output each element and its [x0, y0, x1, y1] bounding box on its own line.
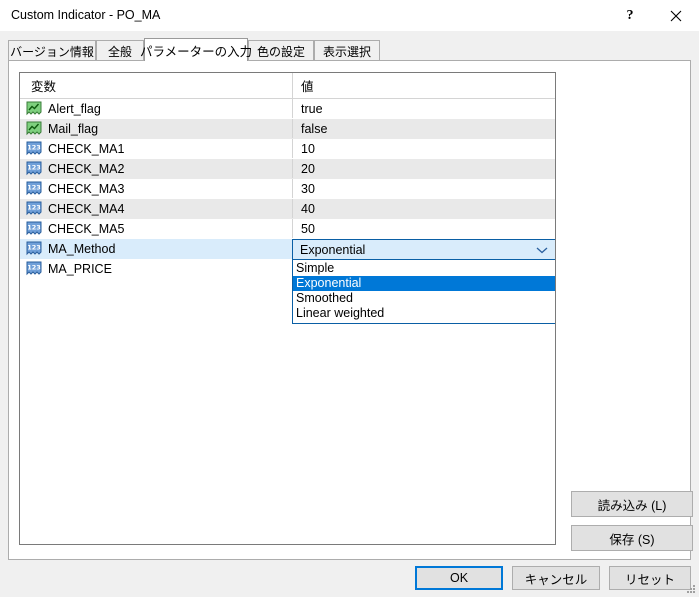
param-name-cell: 123 MA_PRICE — [20, 259, 292, 278]
number-param-icon: 123 — [26, 221, 42, 236]
number-param-icon: 123 — [26, 201, 42, 216]
chevron-down-icon[interactable] — [529, 246, 555, 254]
number-param-icon: 123 — [26, 181, 42, 196]
table-row[interactable]: 123 CHECK_MA2 20 — [20, 159, 555, 179]
tab-inputs[interactable]: パラメーターの入力 — [140, 38, 252, 61]
ma-method-dropdown-list[interactable]: Simple Exponential Smoothed Linear weigh… — [292, 260, 555, 324]
ok-button[interactable]: OK — [415, 566, 503, 590]
param-value-cell[interactable]: 10 — [292, 139, 555, 158]
inputs-tab-panel: 変数 値 Alert_flag true Mail_flag false 123… — [8, 60, 693, 560]
svg-text:123: 123 — [27, 224, 41, 232]
svg-text:123: 123 — [27, 244, 41, 252]
param-name: CHECK_MA5 — [48, 221, 125, 236]
bool-param-icon — [26, 121, 42, 136]
svg-text:123: 123 — [27, 264, 41, 272]
param-value-cell[interactable]: true — [292, 99, 555, 118]
param-name-cell: 123 CHECK_MA3 — [20, 179, 292, 198]
grid-header-row: 変数 値 — [20, 73, 555, 99]
table-row[interactable]: 123 CHECK_MA3 30 — [20, 179, 555, 199]
table-row[interactable]: Alert_flag true — [20, 99, 555, 119]
dropdown-selected-value: Exponential — [300, 242, 366, 257]
title-bar: Custom Indicator - PO_MA ? — [0, 0, 699, 32]
param-name-cell: 123 CHECK_MA1 — [20, 139, 292, 158]
parameter-grid: 変数 値 Alert_flag true Mail_flag false 123… — [19, 72, 556, 545]
help-button[interactable]: ? — [607, 0, 653, 31]
dropdown-option-smoothed[interactable]: Smoothed — [293, 291, 555, 306]
save-button[interactable]: 保存 (S) — [571, 525, 693, 551]
param-value-cell[interactable]: false — [292, 119, 555, 138]
table-row[interactable]: 123 CHECK_MA5 50 — [20, 219, 555, 239]
param-value-cell[interactable]: 20 — [292, 159, 555, 178]
close-button[interactable] — [653, 0, 699, 31]
tab-general[interactable]: 全般 — [96, 40, 144, 61]
number-param-icon: 123 — [26, 161, 42, 176]
load-button[interactable]: 読み込み (L) — [571, 491, 693, 517]
param-name-cell: Mail_flag — [20, 119, 292, 138]
svg-text:123: 123 — [27, 144, 41, 152]
table-row[interactable]: 123 CHECK_MA4 40 — [20, 199, 555, 219]
param-value-cell[interactable]: 40 — [292, 199, 555, 218]
param-name: CHECK_MA1 — [48, 141, 125, 156]
param-name-cell: 123 CHECK_MA2 — [20, 159, 292, 178]
window-title: Custom Indicator - PO_MA — [11, 8, 161, 22]
tab-version-info[interactable]: バージョン情報 — [8, 40, 96, 61]
number-param-icon: 123 — [26, 261, 42, 276]
reset-button[interactable]: リセット — [609, 566, 691, 590]
table-row-selected[interactable]: 123 MA_Method Exponential Simple Exponen… — [20, 239, 555, 324]
table-row[interactable]: 123 CHECK_MA1 10 — [20, 139, 555, 159]
param-name-cell: 123 MA_Method — [20, 239, 292, 258]
tab-colors[interactable]: 色の設定 — [248, 40, 314, 61]
param-name-cell: Alert_flag — [20, 99, 292, 118]
svg-text:123: 123 — [27, 164, 41, 172]
param-name: MA_PRICE — [48, 261, 112, 276]
dropdown-option-linear-weighted[interactable]: Linear weighted — [293, 306, 555, 321]
param-name: CHECK_MA4 — [48, 201, 125, 216]
param-name: Alert_flag — [48, 101, 101, 116]
column-header-value: 値 — [292, 73, 555, 98]
param-name-cell: 123 CHECK_MA5 — [20, 219, 292, 238]
svg-text:123: 123 — [27, 204, 41, 212]
column-header-variable: 変数 — [31, 80, 57, 94]
param-name: CHECK_MA3 — [48, 181, 125, 196]
number-param-icon: 123 — [26, 141, 42, 156]
param-name: CHECK_MA2 — [48, 161, 125, 176]
cancel-button[interactable]: キャンセル — [512, 566, 600, 590]
param-name: MA_Method — [48, 241, 116, 256]
param-name-cell: 123 CHECK_MA4 — [20, 199, 292, 218]
param-value-cell[interactable]: 30 — [292, 179, 555, 198]
bool-param-icon — [26, 101, 42, 116]
close-icon — [670, 10, 682, 21]
param-name: Mail_flag — [48, 121, 99, 136]
dropdown-option-exponential[interactable]: Exponential — [293, 276, 555, 291]
dropdown-option-simple[interactable]: Simple — [293, 261, 555, 276]
ma-method-dropdown[interactable]: Exponential — [292, 239, 555, 260]
question-mark-icon: ? — [626, 7, 634, 23]
number-param-icon: 123 — [26, 241, 42, 256]
tab-strip: バージョン情報 全般 パラメーターの入力 色の設定 表示選択 — [8, 38, 691, 61]
resize-grip[interactable] — [686, 584, 696, 594]
svg-text:123: 123 — [27, 184, 41, 192]
window-controls: ? — [607, 0, 699, 31]
tab-visualization[interactable]: 表示選択 — [314, 40, 380, 61]
table-row[interactable]: Mail_flag false — [20, 119, 555, 139]
param-value-cell[interactable]: 50 — [292, 219, 555, 238]
